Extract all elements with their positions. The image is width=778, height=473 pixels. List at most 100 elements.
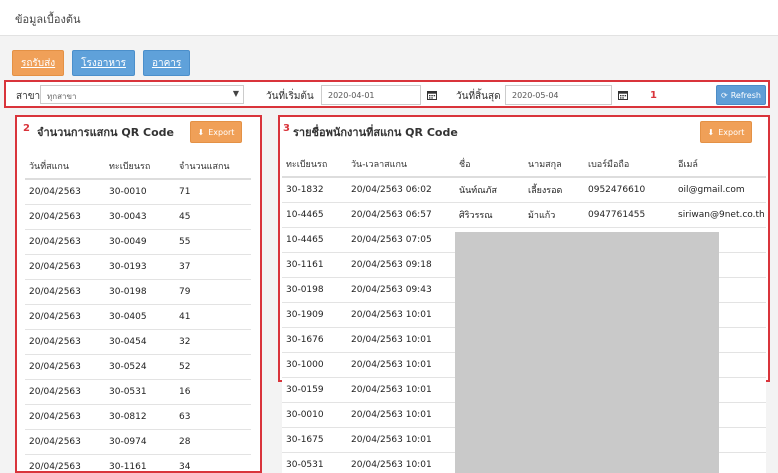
table-cell: 30-0159 [282, 376, 347, 402]
table-row: 20/04/2563 30-0405 41 [25, 303, 251, 329]
page-title: ข้อมูลเบื้องต้น [15, 13, 81, 26]
table-cell: 20/04/2563 [25, 178, 105, 204]
table-cell: 30-1832 [282, 176, 347, 202]
table-cell: 20/04/2563 10:01 [347, 401, 455, 427]
table-row: 10-4465 20/04/2563 06:57 ศิริวรรณ ม้าแก้ว 09… [282, 201, 766, 227]
annotation-marker-3: 3 [283, 123, 290, 134]
branch-select[interactable]: ทุกสาขา ▼ [40, 85, 244, 104]
start-date-label: วันที่เริ่มต้น [266, 91, 314, 102]
calendar-icon[interactable] [613, 85, 633, 105]
tab-building[interactable]: อาคาร [142, 50, 191, 76]
table-cell: 71 [175, 178, 251, 204]
refresh-button[interactable]: ⟳ Refresh [716, 85, 766, 105]
branch-select-value: ทุกสาขา [47, 92, 77, 101]
table-cell: 52 [175, 353, 251, 379]
table-cell: ศิริวรรณ [455, 201, 524, 227]
table-cell: 20/04/2563 10:01 [347, 376, 455, 402]
scan-count-title: จำนวนการแสกน QR Code [37, 126, 175, 139]
calendar-icon[interactable] [422, 85, 442, 105]
column-header: นามสกุล [524, 151, 584, 178]
table-cell: 20/04/2563 10:01 [347, 451, 455, 473]
table-cell: 30-0531 [105, 378, 175, 404]
table-header-row: วันที่สแกน ทะเบียนรถ จำนวนแสกน [25, 153, 251, 180]
table-cell: oil@gmail.com [674, 176, 766, 202]
table-cell: 55 [175, 228, 251, 254]
table-row: 30-1832 20/04/2563 06:02 นันท์ณภัส เลี้ยงรอ… [282, 176, 766, 202]
column-header: วัน-เวลาสแกน [347, 151, 455, 178]
table-row: 20/04/2563 30-0193 37 [25, 253, 251, 279]
table-cell: 63 [175, 403, 251, 429]
table-cell: นันท์ณภัส [455, 176, 524, 202]
table-cell: 45 [175, 203, 251, 229]
table-cell: 30-0812 [105, 403, 175, 429]
table-cell: 30-0531 [282, 451, 347, 473]
table-cell: 30-0974 [105, 428, 175, 454]
table-cell: ม้าแก้ว [524, 201, 584, 227]
table-row: 20/04/2563 30-0049 55 [25, 228, 251, 254]
table-cell: 41 [175, 303, 251, 329]
table-cell: 20/04/2563 10:01 [347, 301, 455, 327]
table-cell: 20/04/2563 [25, 228, 105, 254]
table-cell: 0952476610 [584, 176, 674, 202]
category-tabs: รถรับส่ง โรงอาหาร อาคาร [12, 50, 191, 76]
table-cell: 79 [175, 278, 251, 304]
table-cell: 20/04/2563 [25, 328, 105, 354]
column-header: อีเมล์ [674, 151, 766, 178]
scan-count-panel: 2 จำนวนการแสกน QR Code ⬇ Export วันที่สแ… [15, 115, 262, 473]
table-cell: 10-4465 [282, 226, 347, 252]
table-row: 20/04/2563 30-0812 63 [25, 403, 251, 429]
table-cell: 20/04/2563 [25, 203, 105, 229]
table-cell: 20/04/2563 10:01 [347, 326, 455, 352]
table-cell: 20/04/2563 [25, 353, 105, 379]
table-cell: 30-0010 [105, 178, 175, 204]
column-header: ชื่อ [455, 151, 524, 178]
table-cell: 32 [175, 328, 251, 354]
table-cell: 20/04/2563 [25, 278, 105, 304]
table-cell: 30-1161 [105, 453, 175, 471]
chevron-down-icon: ▼ [232, 89, 239, 98]
table-cell: 30-0198 [105, 278, 175, 304]
table-cell: 30-1161 [282, 251, 347, 277]
table-row: 20/04/2563 30-0043 45 [25, 203, 251, 229]
table-cell: 20/04/2563 [25, 428, 105, 454]
end-date-input[interactable]: 2020-05-04 [505, 85, 612, 105]
table-cell: 30-0049 [105, 228, 175, 254]
table-cell: 20/04/2563 06:57 [347, 201, 455, 227]
table-cell: 20/04/2563 [25, 253, 105, 279]
table-cell: 30-0043 [105, 203, 175, 229]
table-cell: 30-1000 [282, 351, 347, 377]
refresh-icon: ⟳ [721, 90, 728, 100]
redacted-area [455, 232, 719, 473]
download-icon: ⬇ [707, 127, 715, 137]
employee-scan-title: รายชื่อพนักงานที่สแกน QR Code [293, 126, 458, 139]
start-date-input[interactable]: 2020-04-01 [321, 85, 421, 105]
table-cell: 20/04/2563 10:01 [347, 426, 455, 452]
refresh-button-label: Refresh [730, 90, 761, 100]
page-header: ข้อมูลเบื้องต้น [0, 0, 778, 36]
export-button[interactable]: ⬇ Export [700, 121, 752, 143]
table-cell: 37 [175, 253, 251, 279]
table-header-row: ทะเบียนรถ วัน-เวลาสแกน ชื่อ นามสกุล เบอร… [282, 151, 766, 178]
table-cell: 16 [175, 378, 251, 404]
tab-canteen[interactable]: โรงอาหาร [72, 50, 135, 76]
table-cell: 20/04/2563 [25, 303, 105, 329]
table-cell: 20/04/2563 09:18 [347, 251, 455, 277]
table-cell: 20/04/2563 06:02 [347, 176, 455, 202]
table-cell: 30-0010 [282, 401, 347, 427]
end-date-label: วันที่สิ้นสุด [456, 91, 501, 102]
table-cell: siriwan@9net.co.th [674, 201, 766, 227]
table-cell: 20/04/2563 [25, 453, 105, 471]
table-row: 20/04/2563 30-0454 32 [25, 328, 251, 354]
table-row: 20/04/2563 30-0531 16 [25, 378, 251, 404]
table-cell: 30-0193 [105, 253, 175, 279]
download-icon: ⬇ [197, 127, 205, 137]
export-button[interactable]: ⬇ Export [190, 121, 242, 143]
table-cell: 28 [175, 428, 251, 454]
table-cell: 20/04/2563 09:43 [347, 276, 455, 302]
table-cell: 30-1909 [282, 301, 347, 327]
table-cell: 30-1676 [282, 326, 347, 352]
tab-shuttle-bus[interactable]: รถรับส่ง [12, 50, 65, 76]
table-row: 20/04/2563 30-1161 34 [25, 453, 251, 471]
table-cell: 30-0198 [282, 276, 347, 302]
table-cell: 30-0524 [105, 353, 175, 379]
